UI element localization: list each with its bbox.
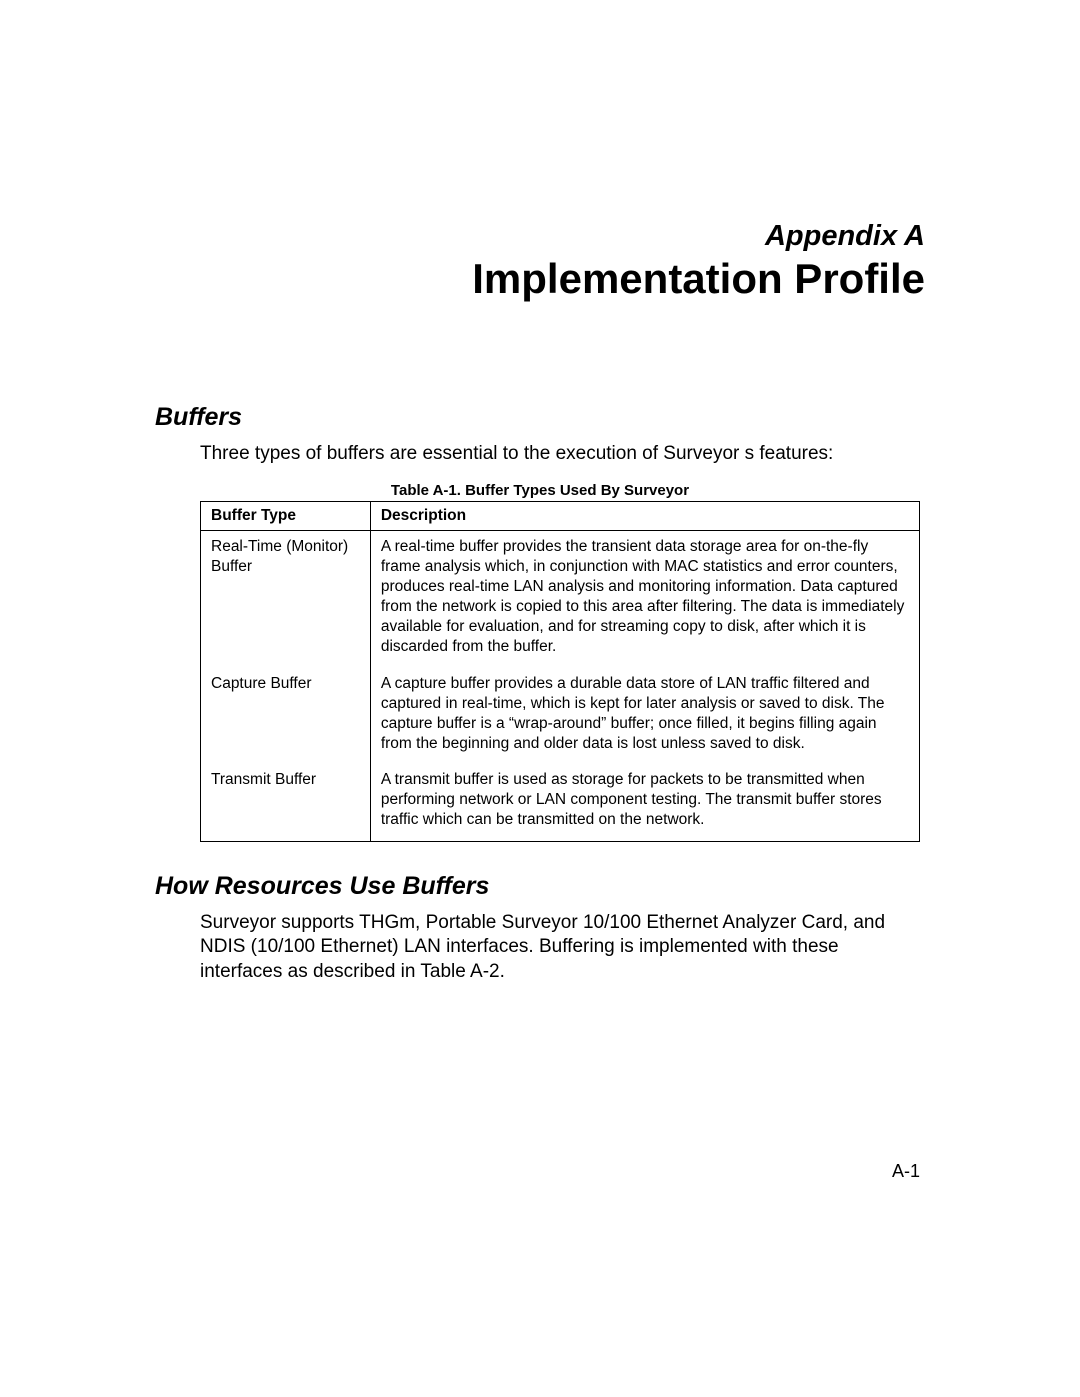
section-heading-buffers: Buffers	[155, 403, 925, 432]
cell-description: A real-time buffer provides the transien…	[370, 530, 919, 667]
cell-description: A capture buffer provides a durable data…	[370, 668, 919, 765]
buffer-types-table: Buffer Type Description Real-Time (Monit…	[200, 501, 920, 842]
table-header-type: Buffer Type	[201, 501, 371, 530]
table-row: Capture Buffer A capture buffer provides…	[201, 668, 920, 765]
table-row: Transmit Buffer A transmit buffer is use…	[201, 764, 920, 841]
table-row: Real-Time (Monitor) Buffer A real-time b…	[201, 530, 920, 667]
cell-buffer-type: Real-Time (Monitor) Buffer	[201, 530, 371, 667]
buffers-intro-text: Three types of buffers are essential to …	[200, 442, 925, 467]
cell-buffer-type: Transmit Buffer	[201, 764, 371, 841]
page-title: Implementation Profile	[155, 255, 925, 303]
table-header-description: Description	[370, 501, 919, 530]
resources-body-text: Surveyor supports THGm, Portable Surveyo…	[200, 911, 925, 985]
appendix-label: Appendix A	[155, 220, 925, 253]
cell-buffer-type: Capture Buffer	[201, 668, 371, 765]
cell-description: A transmit buffer is used as storage for…	[370, 764, 919, 841]
table-caption: Table A-1. Buffer Types Used By Surveyor	[155, 482, 925, 499]
page-number: A-1	[892, 1161, 920, 1182]
section-heading-resources: How Resources Use Buffers	[155, 872, 925, 901]
